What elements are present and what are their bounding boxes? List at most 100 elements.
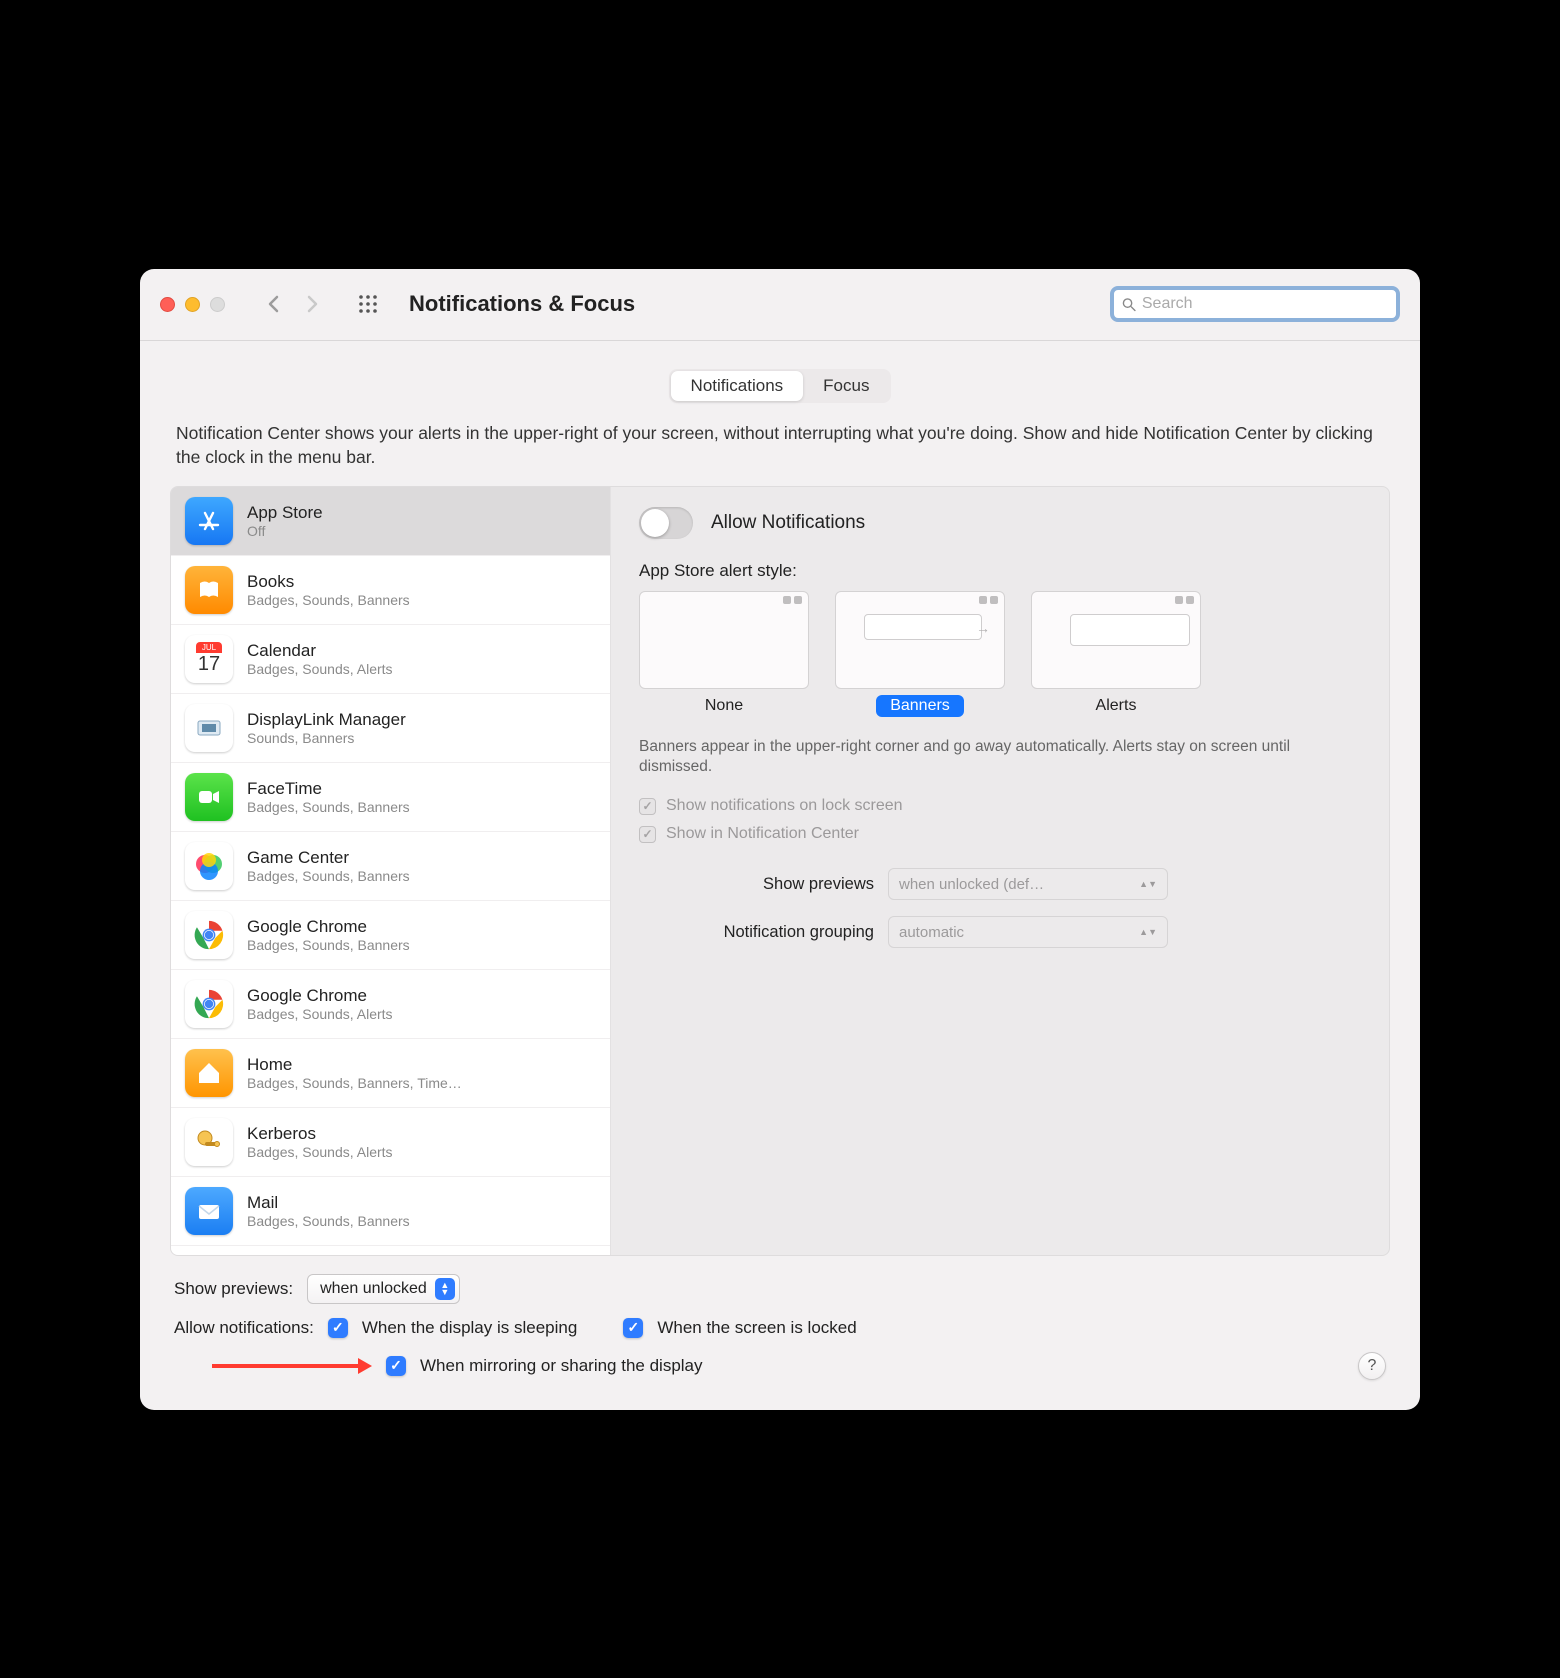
zoom-button[interactable] [210,297,225,312]
show-in-center-row[interactable]: Show in Notification Center [639,825,1361,843]
app-row-kerberos[interactable]: Kerberos Badges, Sounds, Alerts [171,1108,610,1177]
locked-label: When the screen is locked [657,1318,856,1338]
app-row-displaylink[interactable]: DisplayLink Manager Sounds, Banners [171,694,610,763]
window-title: Notifications & Focus [409,291,635,317]
forward-button[interactable] [297,289,327,319]
allow-notifications-label: Allow Notifications [711,512,865,534]
search-field[interactable] [1110,286,1400,322]
displaylink-icon [185,704,233,752]
alert-style-alerts[interactable]: Alerts [1031,591,1201,717]
app-sub: Badges, Sounds, Alerts [247,1006,393,1022]
style-label-banners: Banners [876,695,964,717]
tab-bar: Notifications Focus [170,369,1390,403]
show-previews-select[interactable]: when unlocked (def… ▲▼ [888,868,1168,900]
app-name: FaceTime [247,779,410,799]
show-previews-bottom-label: Show previews: [174,1279,293,1299]
alert-style-none[interactable]: None [639,591,809,717]
lock-screen-label: Show notifications on lock screen [666,797,903,815]
notification-grouping-value: automatic [899,924,964,941]
show-previews-value: when unlocked (def… [899,876,1044,893]
calendar-icon: JUL17 [185,635,233,683]
app-name: Google Chrome [247,986,393,1006]
sleeping-checkbox[interactable] [328,1318,348,1338]
app-sub: Sounds, Banners [247,730,406,746]
sleeping-label: When the display is sleeping [362,1318,577,1338]
app-row-appstore[interactable]: App Store Off [171,487,610,556]
app-name: Calendar [247,641,393,661]
alert-style-title: App Store alert style: [639,561,1361,581]
app-name: DisplayLink Manager [247,710,406,730]
notification-grouping-select[interactable]: automatic ▲▼ [888,916,1168,948]
detail-pane: Allow Notifications App Store alert styl… [611,487,1389,1255]
app-row-mail[interactable]: Mail Badges, Sounds, Banners [171,1177,610,1246]
app-sub: Badges, Sounds, Banners, Time… [247,1075,462,1091]
app-row-chrome-1[interactable]: Google Chrome Badges, Sounds, Banners [171,901,610,970]
notif-center-label: Show in Notification Center [666,825,859,843]
mirroring-checkbox[interactable] [386,1356,406,1376]
chrome-icon [185,980,233,1028]
app-row-home[interactable]: Home Badges, Sounds, Banners, Time… [171,1039,610,1108]
alert-style-description: Banners appear in the upper-right corner… [639,737,1361,779]
close-button[interactable] [160,297,175,312]
chevron-updown-icon: ▲▼ [1139,881,1157,887]
show-on-lock-screen-row[interactable]: Show notifications on lock screen [639,797,1361,815]
chrome-icon [185,911,233,959]
window-controls [160,297,225,312]
allow-notifications-bottom-label: Allow notifications: [174,1318,314,1338]
bottom-controls: Show previews: when unlocked ▲▼ Allow no… [170,1274,1390,1380]
allow-notifications-toggle[interactable] [639,507,693,539]
back-button[interactable] [259,289,289,319]
help-button[interactable]: ? [1358,1352,1386,1380]
app-sub: Off [247,523,323,539]
chevron-updown-icon: ▲▼ [435,1278,455,1300]
app-sub: Badges, Sounds, Alerts [247,661,393,677]
facetime-icon [185,773,233,821]
show-all-button[interactable] [353,289,383,319]
app-name: Mail [247,1193,410,1213]
nav-buttons [259,289,327,319]
alert-style-options: None → Banners Alerts [639,591,1361,717]
gamecenter-icon [185,842,233,890]
show-previews-popup[interactable]: when unlocked ▲▼ [307,1274,460,1304]
app-row-facetime[interactable]: FaceTime Badges, Sounds, Banners [171,763,610,832]
kerberos-icon [185,1118,233,1166]
tab-focus[interactable]: Focus [803,371,889,401]
app-sub: Badges, Sounds, Banners [247,592,410,608]
app-name: Books [247,572,410,592]
app-row-books[interactable]: Books Badges, Sounds, Banners [171,556,610,625]
tab-notifications[interactable]: Notifications [671,371,804,401]
books-icon [185,566,233,614]
app-sub: Badges, Sounds, Banners [247,937,410,953]
app-name: Home [247,1055,462,1075]
titlebar: Notifications & Focus [140,269,1420,341]
preferences-window: Notifications & Focus Notifications Focu… [140,269,1420,1410]
notif-center-checkbox[interactable] [639,826,656,843]
lock-screen-checkbox[interactable] [639,798,656,815]
alert-style-banners[interactable]: → Banners [835,591,1005,717]
style-label-none: None [691,695,757,717]
app-sub: Badges, Sounds, Banners [247,868,410,884]
segmented-control: Notifications Focus [669,369,892,403]
app-row-chrome-2[interactable]: Google Chrome Badges, Sounds, Alerts [171,970,610,1039]
home-icon [185,1049,233,1097]
app-name: App Store [247,503,323,523]
mail-icon [185,1187,233,1235]
app-sub: Badges, Sounds, Banners [247,799,410,815]
app-row-gamecenter[interactable]: Game Center Badges, Sounds, Banners [171,832,610,901]
locked-checkbox[interactable] [623,1318,643,1338]
pane-body: Notifications Focus Notification Center … [140,341,1420,1410]
app-name: Game Center [247,848,410,868]
app-row-maps[interactable]: Maps [171,1246,610,1255]
app-name: Google Chrome [247,917,410,937]
search-input[interactable] [1142,295,1388,313]
minimize-button[interactable] [185,297,200,312]
search-icon [1122,297,1136,312]
appstore-icon [185,497,233,545]
mirroring-label: When mirroring or sharing the display [420,1356,703,1376]
annotation-arrow [212,1364,362,1368]
main-panel: App Store Off Books Badges, Sounds, Bann… [170,486,1390,1256]
app-list[interactable]: App Store Off Books Badges, Sounds, Bann… [171,487,611,1255]
app-row-calendar[interactable]: JUL17 Calendar Badges, Sounds, Alerts [171,625,610,694]
intro-text: Notification Center shows your alerts in… [176,421,1384,470]
app-sub: Badges, Sounds, Alerts [247,1144,393,1160]
